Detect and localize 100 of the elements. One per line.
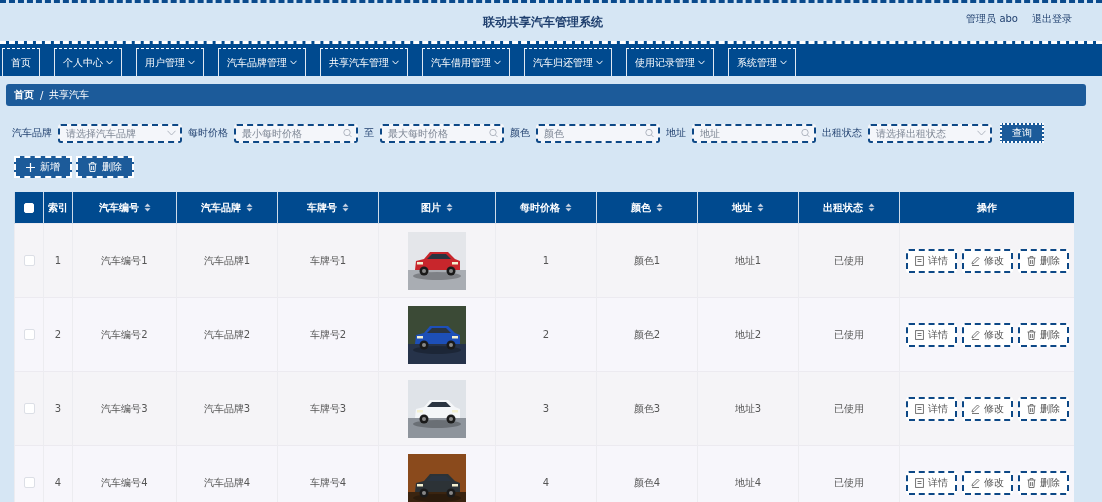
table-cell: 3 xyxy=(54,403,62,414)
search-field[interactable]: 地址 xyxy=(692,123,816,143)
table-cell: 汽车编号4 xyxy=(101,476,148,488)
document-icon xyxy=(914,403,924,414)
select-field[interactable]: 请选择出租状态 xyxy=(868,123,992,143)
nav-menu-item[interactable]: 个人中心 xyxy=(54,48,122,76)
row-checkbox[interactable] xyxy=(23,329,35,341)
delete-button[interactable]: 删除 xyxy=(1017,248,1069,273)
trash-icon xyxy=(1026,255,1036,266)
breadcrumb-separator: / xyxy=(40,89,44,101)
edit-button[interactable]: 修改 xyxy=(961,470,1013,495)
breadcrumb-current: 共享汽车 xyxy=(49,88,90,102)
breadcrumb-link[interactable]: 首页 xyxy=(14,88,34,102)
search-button[interactable]: 查询 xyxy=(1000,123,1044,143)
table-cell: 1 xyxy=(542,255,550,266)
row-checkbox[interactable] xyxy=(23,403,35,415)
table-cell: 1 xyxy=(54,255,62,266)
table-cell: 颜色1 xyxy=(633,254,661,266)
table-cell: 地址4 xyxy=(734,476,762,488)
table-cell: 汽车编号1 xyxy=(101,254,148,266)
nav-menu-item[interactable]: 共享汽车管理 xyxy=(320,48,408,76)
user-name: 管理员 abo xyxy=(966,12,1018,26)
table-cell: 车牌号1 xyxy=(309,254,347,266)
chevron-icon xyxy=(977,130,986,136)
search-field[interactable]: 颜色 xyxy=(536,123,660,143)
search-icon xyxy=(645,128,654,138)
add-button[interactable]: 新增 xyxy=(14,156,72,178)
search-icon xyxy=(343,128,352,138)
document-icon xyxy=(914,477,924,488)
nav-menu-item[interactable]: 汽车归还管理 xyxy=(524,48,612,76)
column-header[interactable]: 图片 xyxy=(421,200,441,215)
chevron-icon xyxy=(780,60,787,65)
edit-button[interactable]: 修改 xyxy=(961,396,1013,421)
nav-menu-item[interactable]: 使用记录管理 xyxy=(626,48,714,76)
select-all-checkbox[interactable] xyxy=(24,203,34,213)
table-cell: 已使用 xyxy=(834,402,864,414)
search-field[interactable]: 最小每时价格 xyxy=(234,123,358,143)
chevron-icon xyxy=(290,60,297,65)
table-cell: 已使用 xyxy=(834,476,864,488)
table-cell: 车牌号4 xyxy=(309,476,347,488)
details-button[interactable]: 详情 xyxy=(905,322,957,347)
chevron-icon xyxy=(106,60,113,65)
chevron-icon xyxy=(596,60,603,65)
table-cell: 汽车编号2 xyxy=(101,328,148,340)
chevron-icon xyxy=(167,130,176,136)
column-header[interactable]: 汽车编号 xyxy=(98,200,139,215)
row-checkbox[interactable] xyxy=(23,255,35,267)
column-header[interactable]: 汽车品牌 xyxy=(201,200,241,215)
details-button[interactable]: 详情 xyxy=(905,396,957,421)
table-cell: 汽车品牌4 xyxy=(203,476,251,488)
table-cell: 已使用 xyxy=(834,254,864,266)
table-cell: 2 xyxy=(542,329,550,340)
plus-icon xyxy=(26,162,35,172)
table-cell: 2 xyxy=(54,329,62,340)
chevron-icon xyxy=(698,60,705,65)
delete-button[interactable]: 删除 xyxy=(1017,322,1069,347)
filter-label: 每时价格 xyxy=(188,126,228,140)
table-cell: 汽车品牌2 xyxy=(203,328,251,340)
nav-menu-item[interactable]: 汽车借用管理 xyxy=(422,48,510,76)
column-header[interactable]: 地址 xyxy=(732,200,752,215)
table-cell: 汽车品牌3 xyxy=(203,402,251,414)
column-header[interactable]: 每时价格 xyxy=(520,200,560,215)
details-button[interactable]: 详情 xyxy=(905,470,957,495)
column-header: 索引 xyxy=(48,200,68,215)
column-header[interactable]: 颜色 xyxy=(631,200,651,215)
table-cell: 3 xyxy=(542,403,550,414)
document-icon xyxy=(914,255,924,266)
table-cell: 汽车品牌1 xyxy=(203,254,251,266)
edit-button[interactable]: 修改 xyxy=(961,322,1013,347)
search-field[interactable]: 最大每时价格 xyxy=(380,123,504,143)
chevron-icon xyxy=(392,60,399,65)
table-cell: 车牌号3 xyxy=(309,402,347,414)
nav-menu-item[interactable]: 用户管理 xyxy=(136,48,204,76)
table-cell: 地址1 xyxy=(734,254,762,266)
column-header: 操作 xyxy=(977,200,998,215)
details-button[interactable]: 详情 xyxy=(905,248,957,273)
table-cell: 地址2 xyxy=(734,328,762,340)
pencil-icon xyxy=(970,477,980,488)
trash-icon xyxy=(1026,403,1036,414)
nav-menu-item[interactable]: 汽车品牌管理 xyxy=(218,48,306,76)
select-field[interactable]: 请选择汽车品牌 xyxy=(58,123,182,143)
delete-button[interactable]: 删除 xyxy=(76,156,134,178)
search-icon xyxy=(489,128,498,138)
nav-menu-item[interactable]: 首页 xyxy=(2,48,40,76)
filter-label: 出租状态 xyxy=(822,126,862,140)
logout-link[interactable]: 退出登录 xyxy=(1032,12,1072,26)
filter-label: 颜色 xyxy=(510,126,530,140)
edit-button[interactable]: 修改 xyxy=(961,248,1013,273)
table-cell: 地址3 xyxy=(734,402,762,414)
chevron-icon xyxy=(494,60,501,65)
filter-label: 汽车品牌 xyxy=(12,126,52,140)
delete-button[interactable]: 删除 xyxy=(1017,396,1069,421)
table-cell: 4 xyxy=(54,477,62,488)
nav-menu-item[interactable]: 系统管理 xyxy=(728,48,796,76)
column-header[interactable]: 出租状态 xyxy=(823,200,863,215)
row-checkbox[interactable] xyxy=(23,477,35,489)
search-icon xyxy=(801,128,810,138)
column-header[interactable]: 车牌号 xyxy=(307,200,337,215)
trash-icon xyxy=(88,162,97,172)
delete-button[interactable]: 删除 xyxy=(1017,470,1069,495)
